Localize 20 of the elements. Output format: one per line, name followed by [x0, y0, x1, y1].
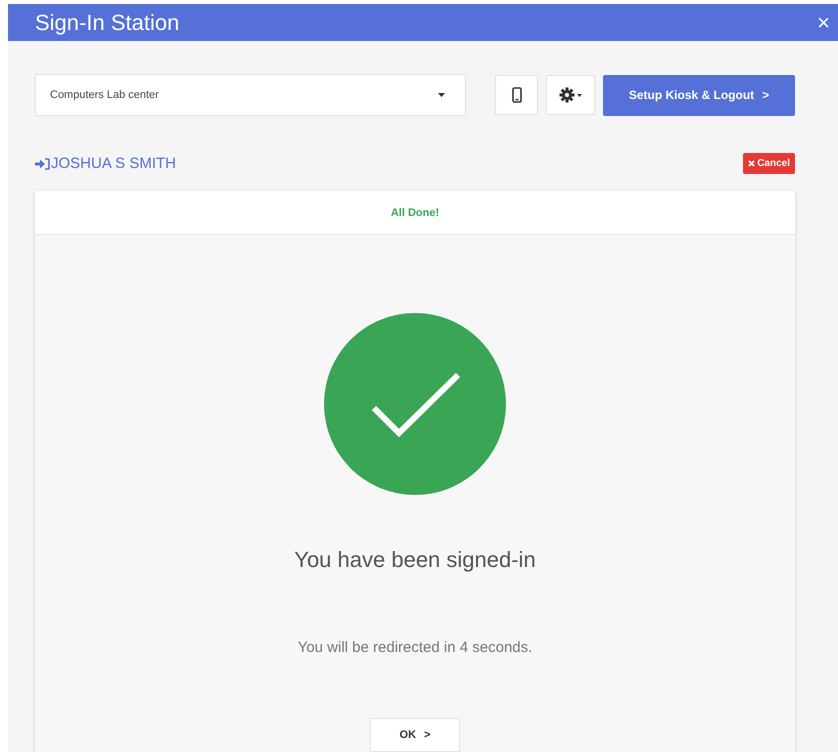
success-message: You have been signed-in: [294, 547, 536, 573]
setup-kiosk-logout-button[interactable]: Setup Kiosk & Logout >: [603, 74, 795, 116]
ok-button[interactable]: OK >: [370, 718, 460, 752]
window-title: Sign-In Station: [35, 10, 180, 36]
cancel-button[interactable]: Cancel: [743, 153, 795, 174]
settings-icon: [559, 87, 575, 103]
status-title: All Done!: [390, 206, 440, 218]
close-button[interactable]: ×: [813, 10, 834, 36]
location-dropdown[interactable]: Computers Lab center: [35, 74, 466, 116]
caret-icon: [438, 93, 445, 97]
phone-icon: [512, 87, 522, 103]
caret-icon: [577, 94, 582, 96]
settings-button[interactable]: [546, 75, 595, 115]
sign-in-icon: [35, 158, 50, 170]
dropdown-value: Computers Lab center: [50, 89, 159, 101]
checkmark-icon: [324, 313, 506, 495]
device-button[interactable]: [495, 75, 538, 115]
redirect-notice: You will be redirected in 4 seconds.: [298, 639, 532, 656]
user-name: JOSHUA S SMITH: [51, 155, 176, 172]
close-icon: [748, 160, 756, 167]
